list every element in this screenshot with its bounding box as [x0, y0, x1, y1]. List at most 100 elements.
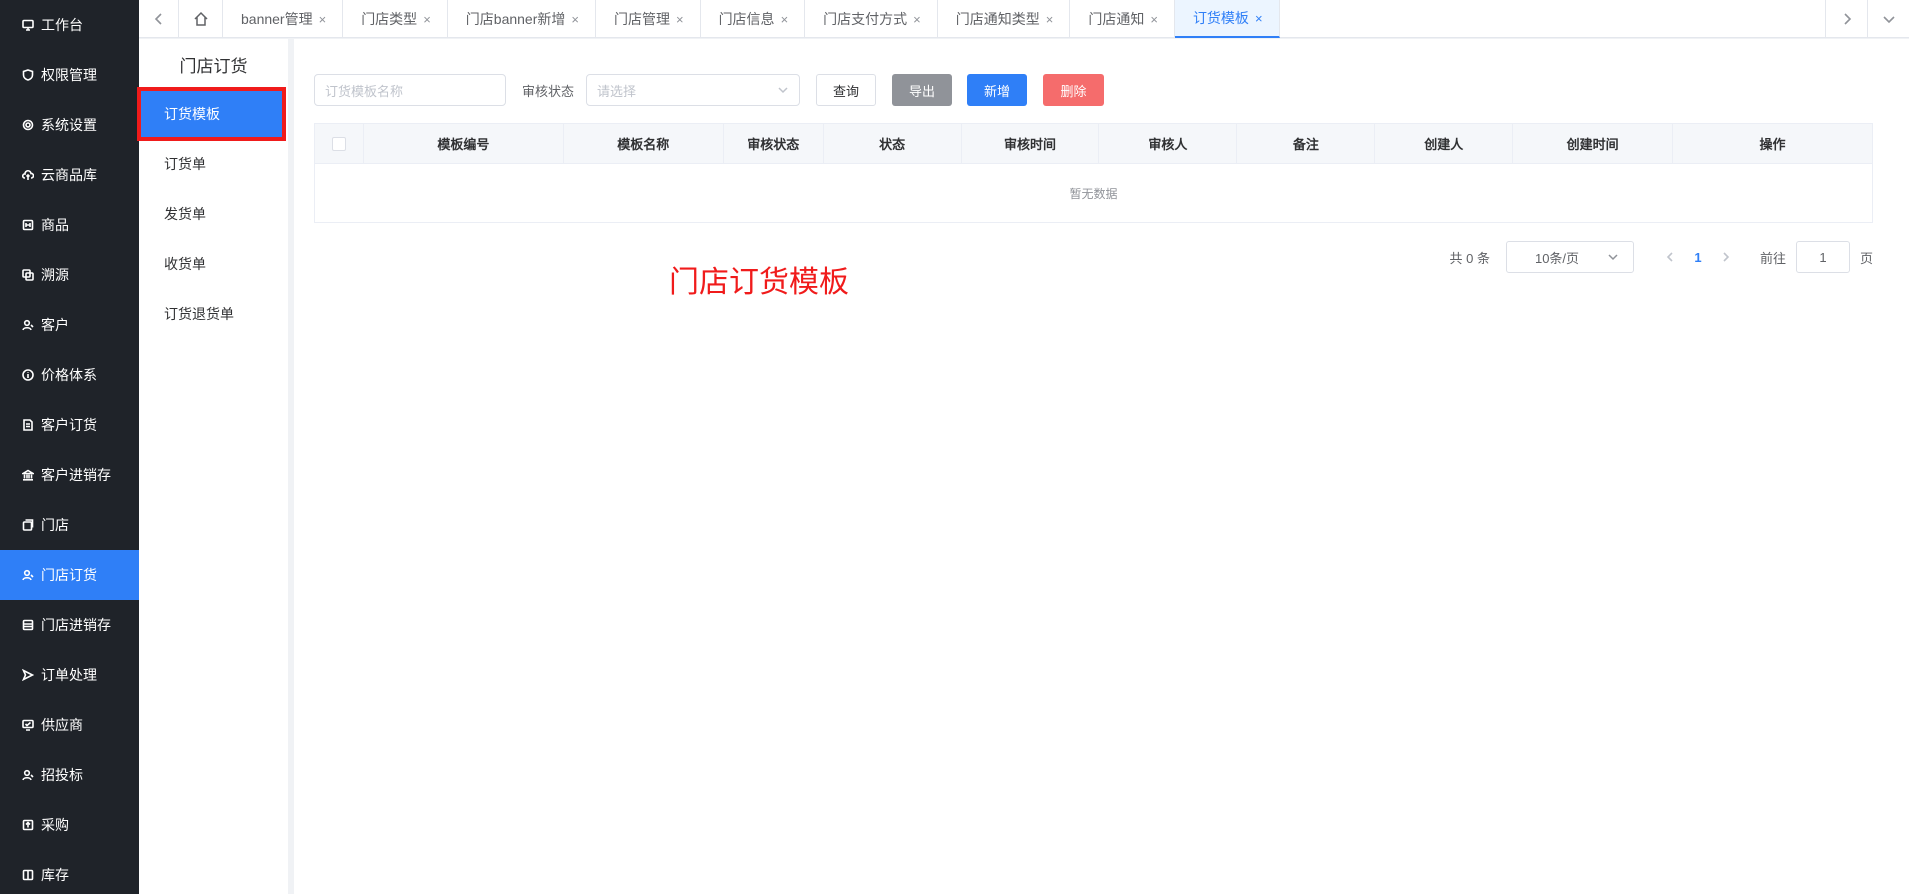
submenu-item-2[interactable]: 发货单	[139, 189, 288, 239]
sidebar-item-10[interactable]: 门店	[0, 500, 139, 550]
columns-icon	[20, 867, 36, 883]
sidebar-item-label: 门店	[41, 517, 69, 533]
home-tab[interactable]	[179, 0, 223, 38]
sidebar-item-14[interactable]: 供应商	[0, 700, 139, 750]
sidebar-item-9[interactable]: 客户进销存	[0, 450, 139, 500]
main-sidebar: 工作台权限管理系统设置云商品库 商品溯源客户 价格体系 客户订货 客户进销存门店门店订货…	[0, 0, 139, 894]
sidebar-item-3[interactable]: 云商品库	[0, 150, 139, 200]
tab-label: banner管理	[241, 11, 313, 27]
tabs-menu-button[interactable]	[1867, 0, 1909, 38]
tabs-scroll-left-button[interactable]	[139, 0, 179, 38]
close-icon[interactable]: ×	[571, 12, 579, 27]
delete-button[interactable]: 删除	[1043, 74, 1105, 106]
sidebar-item-label: 系统设置	[41, 117, 97, 133]
tab-0[interactable]: banner管理 ×	[223, 0, 344, 38]
close-icon[interactable]: ×	[913, 12, 921, 27]
page-size-select[interactable]: 10条/页	[1505, 241, 1634, 273]
close-icon[interactable]: ×	[319, 12, 327, 27]
column-header: 创建时间	[1513, 124, 1674, 163]
template-name-input[interactable]: 订货模板名称	[314, 74, 506, 106]
tab-label: 订货模板	[1192, 10, 1249, 26]
add-button[interactable]: 新增	[967, 74, 1028, 106]
sidebar-item-label: 门店进销存	[41, 617, 111, 633]
column-header: 审核人	[1099, 124, 1238, 163]
status-select[interactable]: 请选择	[586, 74, 801, 106]
tab-7[interactable]: 门店通知 ×	[1070, 0, 1175, 38]
sidebar-item-label: 溯源	[41, 267, 69, 283]
sidebar-item-8[interactable]: 客户订货	[0, 400, 139, 450]
sidebar-item-15[interactable]: 招投标	[0, 750, 139, 800]
tab-1[interactable]: 门店类型 ×	[343, 0, 448, 38]
chevron-right-icon	[1843, 13, 1851, 25]
close-icon[interactable]: ×	[781, 12, 789, 27]
home-icon	[193, 11, 208, 26]
sidebar-item-label: 工作台	[41, 17, 83, 33]
goods-icon	[20, 217, 36, 233]
column-header: 模板名称	[564, 124, 724, 163]
upload-icon	[20, 817, 36, 833]
main-content: 订货模板名称 审核状态 请选择 查询 导出 新增 删除 模板编号 模板名称 审核状态…	[294, 39, 1909, 894]
tabs-scroll-right-button[interactable]	[1825, 0, 1867, 38]
close-icon[interactable]: ×	[1255, 11, 1263, 26]
sidebar-item-2[interactable]: 系统设置	[0, 100, 139, 150]
select-all-checkbox[interactable]	[331, 136, 346, 151]
sidebar-item-label: 供应商	[41, 717, 83, 733]
submenu-item-0[interactable]: 订货模板	[137, 87, 286, 141]
status-label: 审核状态	[522, 83, 575, 99]
tab-label: 门店信息	[718, 11, 775, 27]
close-icon[interactable]: ×	[676, 12, 684, 27]
table-header: 模板编号 模板名称 审核状态 状态 审核时间 审核人 备注 创建人 创建时间 操作	[315, 124, 1872, 164]
tab-label: 门店支付方式	[823, 11, 908, 27]
tab-2[interactable]: 门店banner新增 ×	[448, 0, 596, 38]
submenu-item-4[interactable]: 订货退货单	[139, 289, 288, 339]
tabs-bar: banner管理 × 门店类型 × 门店banner新增 × 门店管理 × 门店信息 × 门店支付方…	[139, 0, 1909, 38]
chevron-left-icon	[1666, 252, 1673, 262]
column-header: 审核状态	[724, 124, 824, 163]
template-table: 模板编号 模板名称 审核状态 状态 审核时间 审核人 备注 创建人 创建时间 操作 暂无数据	[314, 123, 1873, 223]
page-number[interactable]: 1	[1684, 250, 1712, 265]
user-icon	[20, 317, 36, 333]
goto-label: 前往	[1759, 250, 1786, 266]
tab-4[interactable]: 门店信息 ×	[701, 0, 806, 38]
tab-5[interactable]: 门店支付方式 ×	[805, 0, 938, 38]
user-icon	[20, 567, 36, 583]
sidebar-item-7[interactable]: 价格体系	[0, 350, 139, 400]
sidebar-item-12[interactable]: 门店进销存	[0, 600, 139, 650]
sidebar-item-label: 订单处理	[41, 667, 97, 683]
close-icon[interactable]: ×	[1046, 12, 1054, 27]
submenu-item-3[interactable]: 收货单	[139, 239, 288, 289]
export-button[interactable]: 导出	[892, 74, 953, 106]
sidebar-item-13[interactable]: 订单处理	[0, 650, 139, 700]
sidebar-item-16[interactable]: 采购	[0, 800, 139, 850]
submenu-item-1[interactable]: 订货单	[139, 139, 288, 189]
sidebar-item-6[interactable]: 客户	[0, 300, 139, 350]
sidebar-item-4[interactable]: 商品	[0, 200, 139, 250]
close-icon[interactable]: ×	[423, 12, 431, 27]
submenu-title: 门店订货	[179, 56, 248, 76]
send-icon	[20, 667, 36, 683]
query-button[interactable]: 查询	[816, 74, 877, 106]
sidebar-item-11[interactable]: 门店订货	[0, 550, 139, 600]
tab-6[interactable]: 门店通知类型 ×	[938, 0, 1071, 38]
tab-label: 门店banner新增	[465, 11, 566, 27]
column-header: 创建人	[1375, 124, 1514, 163]
sidebar-item-label: 权限管理	[41, 67, 97, 83]
sidebar-item-1[interactable]: 权限管理	[0, 50, 139, 100]
close-icon[interactable]: ×	[1150, 12, 1158, 27]
sidebar-item-label: 采购	[41, 817, 69, 833]
sidebar-item-17[interactable]: 库存	[0, 850, 139, 894]
tab-8[interactable]: 订货模板 ×	[1174, 0, 1280, 38]
sidebar-item-5[interactable]: 溯源	[0, 250, 139, 300]
next-page-button[interactable]	[1712, 252, 1740, 262]
document-icon	[20, 417, 36, 433]
goto-page-input[interactable]: 1	[1795, 241, 1850, 273]
tab-3[interactable]: 门店管理 ×	[596, 0, 701, 38]
store-icon	[20, 517, 36, 533]
column-header: 审核时间	[962, 124, 1100, 163]
pagination: 共 0 条 10条/页 1 前往 1 页	[1450, 241, 1873, 273]
sidebar-item-0[interactable]: 工作台	[0, 0, 139, 50]
user-icon	[20, 767, 36, 783]
sidebar-item-label: 库存	[41, 867, 69, 883]
prev-page-button[interactable]	[1656, 252, 1684, 262]
tab-label: 门店通知	[1088, 11, 1145, 27]
